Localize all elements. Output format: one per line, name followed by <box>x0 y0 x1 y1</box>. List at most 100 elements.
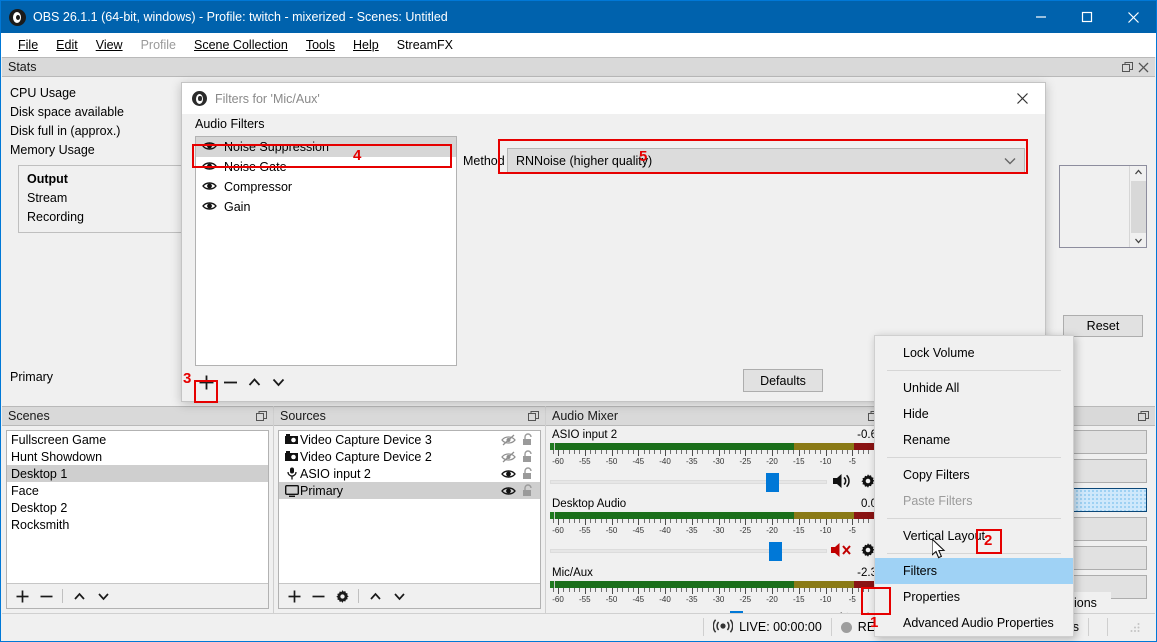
menu-item-properties[interactable]: Properties <box>875 584 1073 610</box>
sources-listbox[interactable]: Video Capture Device 3 Video Capture Dev… <box>278 430 541 609</box>
move-scene-up-icon[interactable] <box>68 585 90 607</box>
menu-edit[interactable]: Edit <box>47 35 87 55</box>
controls-float-icon[interactable] <box>1135 408 1151 424</box>
menu-scene-collection[interactable]: Scene Collection <box>185 35 297 55</box>
scrollbar-thumb[interactable] <box>1130 180 1146 233</box>
remove-source-icon[interactable] <box>307 585 329 607</box>
eye-visible-icon[interactable] <box>202 160 217 175</box>
scene-item-2[interactable]: Desktop 1 <box>7 465 268 482</box>
menu-streamfx[interactable]: StreamFX <box>388 35 462 55</box>
scene-item-1[interactable]: Hunt Showdown <box>7 448 268 465</box>
scroll-up-icon[interactable] <box>1130 166 1147 180</box>
stats-close-icon[interactable] <box>1135 59 1151 75</box>
menu-item-unhide-all[interactable]: Unhide All <box>875 375 1073 401</box>
meter-tick-label: -15 <box>792 526 805 535</box>
remove-filter-icon[interactable] <box>219 371 241 393</box>
eye-visible-icon[interactable] <box>202 180 217 195</box>
menu-item-hide[interactable]: Hide <box>875 401 1073 427</box>
move-source-down-icon[interactable] <box>388 585 410 607</box>
eye-visible-icon[interactable] <box>500 484 517 497</box>
menu-help[interactable]: Help <box>344 35 388 55</box>
mixer-header-0: ASIO input 2 -0.6 <box>550 428 879 443</box>
filter-item-gain[interactable]: Gain <box>196 197 456 217</box>
slider-handle[interactable] <box>766 473 780 492</box>
menu-tools[interactable]: Tools <box>297 35 344 55</box>
source-properties-gear-icon[interactable] <box>331 585 353 607</box>
defaults-button[interactable]: Defaults <box>743 369 823 392</box>
volume-slider-0[interactable] <box>550 469 827 493</box>
scene-item-4[interactable]: Desktop 2 <box>7 499 268 516</box>
source-item-0[interactable]: Video Capture Device 3 <box>279 431 540 448</box>
eye-visible-icon[interactable] <box>202 200 217 215</box>
status-divider <box>1088 618 1089 636</box>
remove-scene-icon[interactable] <box>35 585 57 607</box>
menu-item-advanced-audio-properties[interactable]: Advanced Audio Properties <box>875 610 1073 636</box>
scenes-items: Fullscreen Game Hunt Showdown Desktop 1 … <box>7 431 268 583</box>
scenes-float-icon[interactable] <box>253 408 269 424</box>
float-icon[interactable] <box>1119 59 1135 75</box>
menu-item-copy-filters[interactable]: Copy Filters <box>875 462 1073 488</box>
filter-item-noise-suppression[interactable]: Noise Suppression <box>196 137 456 157</box>
filters-dialog-title: Filters for 'Mic/Aux' <box>215 91 320 106</box>
resize-grip-icon[interactable] <box>1129 621 1141 633</box>
method-combobox[interactable]: RNNoise (higher quality) <box>507 148 1025 174</box>
menu-item-lock-volume[interactable]: Lock Volume <box>875 340 1073 366</box>
menu-view[interactable]: View <box>87 35 132 55</box>
scene-label-0: Fullscreen Game <box>11 432 107 447</box>
speaker-on-icon[interactable] <box>830 470 854 492</box>
lock-open-icon[interactable] <box>519 467 536 480</box>
volume-slider-1[interactable] <box>550 538 827 562</box>
source-item-2[interactable]: ASIO input 2 <box>279 465 540 482</box>
speaker-muted-icon[interactable] <box>830 539 854 561</box>
source-item-1[interactable]: Video Capture Device 2 <box>279 448 540 465</box>
meter-tick-label: -50 <box>605 457 618 466</box>
meter-tick-label: -55 <box>578 526 591 535</box>
filter-item-compressor[interactable]: Compressor <box>196 177 456 197</box>
eye-visible-icon[interactable] <box>500 467 517 480</box>
slider-handle[interactable] <box>768 542 782 561</box>
lock-open-icon[interactable] <box>519 433 536 446</box>
lock-open-icon[interactable] <box>519 450 536 463</box>
audio-filters-list[interactable]: Noise Suppression Noise Gate Compressor <box>195 136 457 366</box>
filter-item-noise-gate[interactable]: Noise Gate <box>196 157 456 177</box>
minimize-button[interactable] <box>1018 1 1064 33</box>
add-filter-icon[interactable] <box>195 371 217 393</box>
status-divider <box>1107 618 1108 636</box>
lock-open-icon[interactable] <box>519 484 536 497</box>
menu-item-rename[interactable]: Rename <box>875 427 1073 453</box>
sources-float-icon[interactable] <box>525 408 541 424</box>
eye-hidden-icon[interactable] <box>500 450 517 463</box>
menu-file[interactable]: File <box>9 35 47 55</box>
mixer-dock-bar: Audio Mixer <box>546 406 885 426</box>
maximize-button[interactable] <box>1064 1 1110 33</box>
menu-profile[interactable]: Profile <box>132 35 185 55</box>
scene-item-3[interactable]: Face <box>7 482 268 499</box>
reset-button[interactable]: Reset <box>1063 315 1143 337</box>
menu-file-label: File <box>18 37 39 52</box>
mixer-meter-0 <box>550 443 880 458</box>
menu-separator <box>887 457 1061 458</box>
eye-visible-icon[interactable] <box>202 140 217 155</box>
scene-item-5[interactable]: Rocksmith <box>7 516 268 533</box>
meter-tick-label: -20 <box>766 457 778 466</box>
move-scene-down-icon[interactable] <box>92 585 114 607</box>
source-item-3[interactable]: Primary <box>279 482 540 499</box>
move-filter-down-icon[interactable] <box>267 371 289 393</box>
move-filter-up-icon[interactable] <box>243 371 265 393</box>
meter-tick-label: -30 <box>712 595 725 604</box>
menu-item-vertical-layout[interactable]: Vertical Layout <box>875 523 1073 549</box>
stats-vertical-scrollbar[interactable] <box>1129 166 1146 247</box>
filters-dialog-close-button[interactable] <box>1001 84 1043 114</box>
eye-hidden-icon[interactable] <box>500 433 517 446</box>
scroll-down-icon[interactable] <box>1130 234 1147 248</box>
stats-output-header: Output <box>27 172 68 186</box>
add-source-icon[interactable] <box>283 585 305 607</box>
scenes-listbox[interactable]: Fullscreen Game Hunt Showdown Desktop 1 … <box>6 430 269 609</box>
add-scene-icon[interactable] <box>11 585 33 607</box>
close-button[interactable] <box>1110 1 1156 33</box>
menu-item-filters[interactable]: Filters <box>875 558 1073 584</box>
scene-item-0[interactable]: Fullscreen Game <box>7 431 268 448</box>
move-source-up-icon[interactable] <box>364 585 386 607</box>
sources-toolbar <box>279 583 540 608</box>
method-combobox-value: RNNoise (higher quality) <box>516 154 653 168</box>
